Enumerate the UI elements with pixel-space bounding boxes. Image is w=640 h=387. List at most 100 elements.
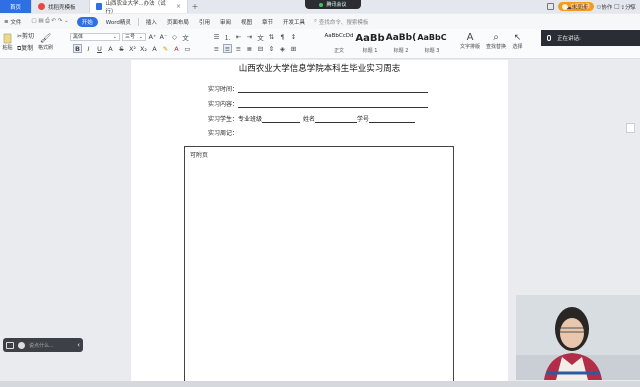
style-normal-label: 正文	[333, 48, 344, 54]
side-panel-toggle[interactable]	[626, 123, 635, 133]
font-style-group: B I U A S X² X₂ A ✎ A ▭	[73, 44, 192, 53]
name-line[interactable]	[315, 116, 358, 123]
borders-icon[interactable]: ⊞	[289, 44, 298, 53]
align-left-icon[interactable]: ≡	[212, 44, 221, 53]
command-search[interactable]: ⌕ 查找命令、搜索模板	[314, 18, 368, 26]
show-marks-icon[interactable]: ¶	[278, 32, 287, 41]
outdent-icon[interactable]: ⇤	[234, 32, 243, 41]
menu-word-wizard[interactable]: Word精灵	[101, 18, 136, 26]
close-tab-icon[interactable]: ×	[176, 3, 181, 10]
align-right-icon[interactable]: ≡	[234, 44, 243, 53]
menu-start[interactable]: 开始	[76, 16, 98, 27]
text-layout-button[interactable]: A 文字排版	[460, 32, 480, 50]
underline-icon[interactable]: U	[95, 44, 104, 53]
bullet-list-icon[interactable]: ☰	[212, 32, 221, 41]
sort-icon[interactable]: ⇅	[267, 32, 276, 41]
strikethrough-icon[interactable]: S	[117, 44, 126, 53]
chevron-down-icon: ⌄	[138, 33, 143, 40]
paragraph-group: ☰ ⒈ ⇤ ⇥ 文 ⇅ ¶ ↕	[212, 32, 298, 42]
select-label: 选择	[512, 44, 523, 50]
tab-template[interactable]: 找稻壳模板	[32, 0, 90, 13]
menu-view[interactable]: 视图	[236, 18, 257, 26]
cut-button[interactable]: ✂剪切	[17, 31, 34, 40]
menu-review[interactable]: 审阅	[215, 18, 236, 26]
new-tab-button[interactable]: +	[188, 0, 202, 13]
format-painter-button[interactable]: 🖌 格式刷	[38, 34, 53, 51]
style-normal[interactable]: AaBbCcDd 正文	[324, 31, 354, 55]
journal-box[interactable]: 可附页	[184, 146, 454, 387]
chat-input[interactable]: 说点什么...	[29, 342, 54, 349]
clear-format-icon[interactable]: ◇	[170, 32, 179, 41]
highlight-icon[interactable]: ✎	[161, 44, 170, 53]
paste-button[interactable]: 粘贴	[2, 33, 13, 51]
tab-document-label: 山西农业大学...办法（试行）	[105, 0, 166, 15]
id-line[interactable]	[369, 116, 416, 123]
editing-group: A 文字排版 ⌕ 查找替换 ↖ 选择	[460, 32, 523, 50]
quick-access-icons[interactable]: ▢ ▤ ⎙ ↶ ↷ ⌄	[26, 18, 73, 25]
share-button[interactable]: ⇪分享	[620, 3, 636, 11]
font-size-select[interactable]: 三号 ⌄	[122, 32, 146, 41]
superscript-icon[interactable]: X²	[128, 44, 137, 53]
text-layout-icon: A	[466, 32, 474, 43]
speaking-indicator: 正在讲话:	[541, 30, 640, 46]
italic-icon[interactable]: I	[84, 44, 93, 53]
font-size-value: 三号	[125, 34, 136, 40]
text-effect-icon[interactable]: A	[150, 44, 159, 53]
format-painter-label: 格式刷	[38, 44, 54, 51]
font-color-a-icon[interactable]: A	[106, 44, 115, 53]
collaborate-button[interactable]: ⚇协作	[596, 3, 612, 11]
font-name-select[interactable]: 黑体 ⌄	[70, 32, 120, 41]
tab-document[interactable]: 山西农业大学...办法（试行） ×	[90, 0, 188, 15]
class-label: 专业班级	[238, 116, 263, 123]
indent-icon[interactable]: ⇥	[245, 32, 254, 41]
style-heading-1[interactable]: AaBb 标题 1	[355, 31, 385, 55]
distributed-icon[interactable]: ⊟	[256, 44, 265, 53]
bold-icon[interactable]: B	[73, 44, 82, 53]
menu-section[interactable]: 章节	[257, 18, 278, 26]
cut-label: 剪切	[22, 33, 35, 40]
styles-gallery: AaBbCcDd 正文 AaBb 标题 1 AaBb( 标题 2 AaBbC 标…	[324, 31, 447, 55]
collapse-arrow-icon[interactable]: ‹	[77, 341, 80, 349]
phonetic-icon[interactable]: 文	[181, 32, 190, 42]
chinese-layout-icon[interactable]: 文	[256, 32, 265, 42]
screen-share-icon[interactable]	[6, 341, 14, 349]
menu-insert[interactable]: 插入	[141, 18, 162, 26]
justify-icon[interactable]: ≣	[245, 44, 254, 53]
line-spacing-icon[interactable]: ↕	[289, 32, 298, 41]
align-center-icon[interactable]: ≡	[223, 44, 232, 53]
menu-references[interactable]: 引用	[194, 18, 215, 26]
cursor-icon: ↖	[513, 32, 522, 43]
menu-file[interactable]: ≡ 文件	[0, 18, 26, 26]
tab-home-label: 首页	[9, 4, 21, 11]
style-heading-3-sample: AaBbC	[417, 33, 447, 42]
style-heading-2[interactable]: AaBb( 标题 2	[386, 31, 416, 55]
meeting-indicator[interactable]: 腾讯会议	[305, 0, 361, 9]
menu-page-layout[interactable]: 页面布局	[162, 18, 194, 26]
internship-content-line[interactable]	[238, 101, 429, 108]
document-page[interactable]: 山西农业大学信息学院本科生毕业实习周志 实习时间： 实习内容： 实习学生： 专业…	[131, 60, 508, 387]
shrink-font-icon[interactable]: A⁻	[159, 32, 168, 41]
find-replace-button[interactable]: ⌕ 查找替换	[486, 32, 506, 50]
subscript-icon[interactable]: X₂	[139, 44, 148, 53]
char-border-icon[interactable]: ▭	[183, 44, 192, 53]
layout-icon[interactable]	[546, 3, 554, 10]
meeting-chat-bar[interactable]: 说点什么... ‹	[3, 338, 83, 352]
copy-button[interactable]: ⧉复制	[17, 43, 34, 53]
grow-font-icon[interactable]: A⁺	[148, 32, 157, 41]
spacing-icon[interactable]: ⇕	[267, 44, 276, 53]
numbered-list-icon[interactable]: ⒈	[223, 32, 232, 42]
internship-time-line[interactable]	[238, 86, 429, 93]
style-heading-3[interactable]: AaBbC 标题 3	[417, 31, 447, 55]
meeting-label: 腾讯会议	[326, 2, 347, 8]
wps-writer-icon	[96, 3, 103, 10]
shading-icon[interactable]: ◈	[278, 44, 287, 53]
class-line[interactable]	[262, 116, 301, 123]
menu-developer[interactable]: 开发工具	[278, 18, 310, 26]
tab-home[interactable]: 首页	[0, 0, 32, 13]
sync-button[interactable]: ☁未同步	[566, 3, 588, 11]
emoji-icon[interactable]	[18, 341, 25, 349]
font-color-icon[interactable]: A	[172, 44, 181, 53]
style-heading-3-label: 标题 3	[424, 48, 440, 54]
select-button[interactable]: ↖ 选择	[512, 32, 523, 51]
id-label: 学号	[357, 116, 370, 123]
